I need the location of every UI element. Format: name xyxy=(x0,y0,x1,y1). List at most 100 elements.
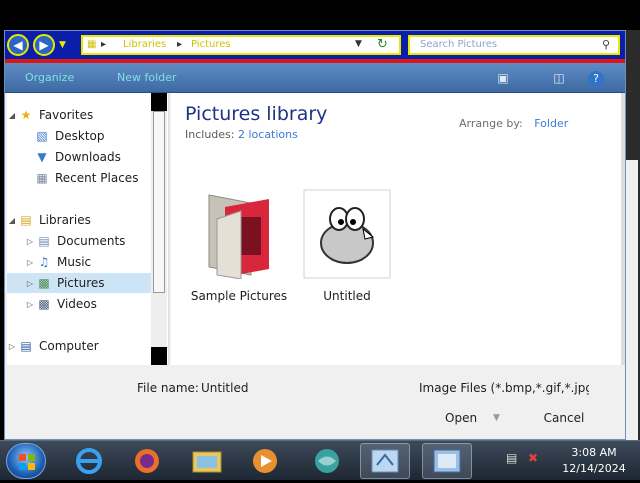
nav-label: Documents xyxy=(57,234,126,248)
nav-libraries[interactable]: ◢ ▤ Libraries xyxy=(7,210,151,230)
back-button[interactable]: ◀ xyxy=(7,34,29,56)
taskbar-firefox-button[interactable] xyxy=(122,443,172,479)
nav-label: Music xyxy=(57,255,92,269)
nav-videos[interactable]: ▷ ▩ Videos xyxy=(7,294,151,314)
breadcrumb-libraries[interactable]: Libraries xyxy=(123,39,166,50)
breadcrumb-pictures[interactable]: Pictures xyxy=(191,39,231,50)
nav-scrollbar[interactable] xyxy=(151,93,167,365)
taskbar-ie-button[interactable] xyxy=(64,443,114,479)
scroll-up-button[interactable] xyxy=(151,93,167,111)
organize-button[interactable]: Organize xyxy=(25,71,74,84)
media-player-icon xyxy=(253,449,277,473)
expand-arrow-icon[interactable]: ▷ xyxy=(25,258,35,267)
scroll-down-button[interactable] xyxy=(151,347,167,365)
nav-desktop[interactable]: ▧ Desktop xyxy=(7,126,151,146)
item-label: Sample Pictures xyxy=(190,289,288,303)
filename-input[interactable]: Untitled xyxy=(201,381,248,395)
open-button[interactable]: Open ▼ xyxy=(437,407,515,429)
help-icon[interactable]: ? xyxy=(588,71,604,87)
screen-top-black xyxy=(0,0,640,30)
nav-label: Desktop xyxy=(55,129,105,143)
nav-label: Computer xyxy=(39,339,99,353)
breadcrumb-separator-icon: ▸ xyxy=(101,39,107,50)
includes-locations-link[interactable]: 2 locations xyxy=(238,128,298,141)
recent-places-icon: ▦ xyxy=(36,171,48,185)
recent-pages-chevron-icon[interactable]: ▼ xyxy=(59,40,66,50)
address-dropdown-icon[interactable]: ▼ xyxy=(355,39,362,49)
arrange-by-dropdown[interactable]: Folder xyxy=(534,117,568,130)
search-placeholder: Search Pictures xyxy=(420,39,498,50)
forward-button[interactable]: ▶ xyxy=(33,34,55,56)
clock-time: 3:08 AM xyxy=(571,446,617,459)
content-scrollbar[interactable] xyxy=(621,93,625,365)
nav-computer[interactable]: ▷ ▤ Computer xyxy=(7,336,151,356)
nav-downloads[interactable]: ▼ Downloads xyxy=(7,147,151,167)
expand-arrow-icon[interactable]: ▷ xyxy=(7,342,17,351)
background-window-edge xyxy=(626,30,640,440)
nav-label: Favorites xyxy=(39,108,94,122)
expand-arrow-icon[interactable]: ◢ xyxy=(7,111,17,120)
dialog-footer: File name: Untitled Image Files (*.bmp,*… xyxy=(5,365,625,439)
nav-music[interactable]: ▷ ♫ Music xyxy=(7,252,151,272)
clock-date: 12/14/2024 xyxy=(562,462,626,475)
address-box[interactable]: ▦ ▸ Libraries ▸ Pictures ▼ ↻ xyxy=(81,35,401,55)
nav-favorites[interactable]: ◢ ★ Favorites xyxy=(7,105,151,125)
nav-recent-places[interactable]: ▦ Recent Places xyxy=(7,168,151,188)
open-file-dialog: ◀ ▶ ▼ ▦ ▸ Libraries ▸ Pictures ▼ ↻ Searc… xyxy=(4,30,626,440)
cancel-button[interactable]: Cancel xyxy=(529,407,599,429)
paint-window-icon xyxy=(433,449,461,473)
new-folder-button[interactable]: New folder xyxy=(117,71,176,84)
internet-explorer-icon xyxy=(76,448,102,474)
expand-arrow-icon[interactable]: ▷ xyxy=(25,279,35,288)
taskbar-paint-window-button[interactable] xyxy=(422,443,472,479)
file-type-filter[interactable]: Image Files (*.bmp,*.gif,*.jpg,*. xyxy=(419,381,589,395)
taskbar-explorer-button[interactable] xyxy=(182,443,232,479)
taskbar-paint-button[interactable] xyxy=(360,443,410,479)
libraries-folder-icon: ▤ xyxy=(20,213,32,227)
nav-label: Downloads xyxy=(55,150,121,164)
network-icon[interactable]: ▤ xyxy=(506,451,517,465)
desktop-icon: ▧ xyxy=(36,129,48,143)
open-dropdown-icon[interactable]: ▼ xyxy=(493,407,500,429)
nav-documents[interactable]: ▷ ▤ Documents xyxy=(7,231,151,251)
taskbar-clock[interactable]: 3:08 AM 12/14/2024 xyxy=(552,445,636,477)
taskbar-media-button[interactable] xyxy=(240,443,290,479)
folder-item-sample-pictures[interactable]: Sample Pictures xyxy=(189,189,289,309)
system-tray: ▤ ✖ xyxy=(506,451,546,471)
expand-arrow-icon[interactable]: ▷ xyxy=(25,237,35,246)
expand-arrow-icon[interactable]: ▷ xyxy=(25,300,35,309)
navigation-buttons: ◀ ▶ ▼ xyxy=(7,34,77,56)
library-title: Pictures library xyxy=(185,103,328,125)
back-arrow-icon: ◀ xyxy=(13,38,23,52)
expand-arrow-icon[interactable]: ◢ xyxy=(7,216,17,225)
firefox-icon xyxy=(135,449,159,473)
change-view-icon[interactable]: ▣ xyxy=(495,71,511,85)
windows-logo-icon xyxy=(19,454,35,470)
taskbar-app-button[interactable] xyxy=(302,443,352,479)
paint-icon xyxy=(371,449,399,473)
documents-icon: ▤ xyxy=(38,234,50,248)
music-note-icon: ♫ xyxy=(38,255,50,269)
arrange-label: Arrange by: xyxy=(459,117,523,130)
nav-pictures[interactable]: ▷ ▩ Pictures xyxy=(7,273,151,293)
nav-label: Libraries xyxy=(39,213,91,227)
search-input[interactable]: Search Pictures ⚲ xyxy=(408,35,620,55)
star-icon: ★ xyxy=(20,108,32,122)
downloads-icon: ▼ xyxy=(37,150,47,164)
scroll-thumb[interactable] xyxy=(153,111,165,293)
nav-label: Recent Places xyxy=(55,171,139,185)
preview-pane-icon[interactable]: ◫ xyxy=(551,71,567,85)
computer-icon: ▤ xyxy=(20,339,32,353)
filename-label: File name: xyxy=(137,381,199,395)
image-thumbnail-icon xyxy=(303,189,391,279)
background-window-panel xyxy=(626,160,638,440)
refresh-icon[interactable]: ↻ xyxy=(377,37,388,52)
start-button[interactable] xyxy=(6,443,46,479)
item-label: Untitled xyxy=(323,289,371,303)
file-item-untitled[interactable]: Untitled xyxy=(297,189,397,309)
videos-icon: ▩ xyxy=(38,297,50,311)
nav-label: Pictures xyxy=(57,276,105,290)
speaker-muted-icon[interactable]: ✖ xyxy=(528,451,538,465)
app-globe-icon xyxy=(315,449,339,473)
search-icon[interactable]: ⚲ xyxy=(602,38,610,51)
